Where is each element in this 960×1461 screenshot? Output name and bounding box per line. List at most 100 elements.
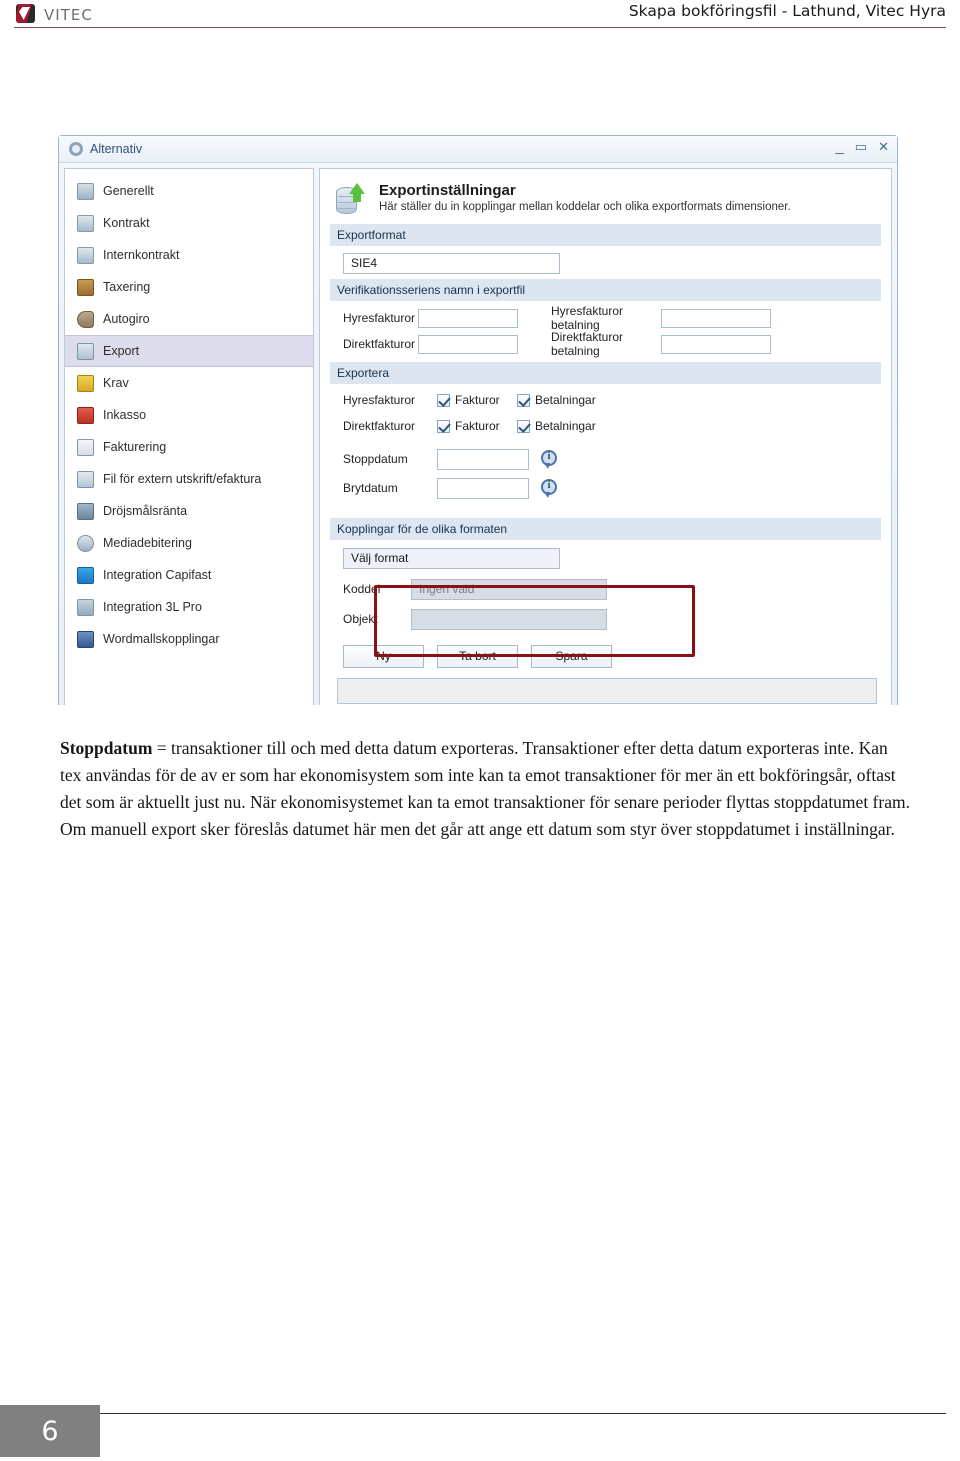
- section-header-exportformat: Exportformat: [330, 224, 881, 246]
- body-text: = transaktioner till och med detta datum…: [60, 738, 910, 839]
- sidebar-item-label: Fil för extern utskrift/efaktura: [103, 472, 262, 486]
- minimize-icon[interactable]: _: [835, 139, 843, 154]
- sidebar-item-label: Wordmallskopplingar: [103, 632, 220, 646]
- pane-header: Exportinställningar Här ställer du in ko…: [334, 182, 881, 216]
- sidebar-item-integration-3l-pro[interactable]: Integration 3L Pro: [65, 591, 313, 623]
- field-label: Direktfakturor betalning: [551, 330, 624, 358]
- sidebar-item-label: Inkasso: [103, 408, 147, 422]
- fakturering-icon: [77, 438, 94, 456]
- sidebar-item-export[interactable]: Export: [65, 335, 313, 367]
- sidebar-item-label: Autogiro: [103, 312, 150, 326]
- body-term: Stoppdatum: [60, 738, 153, 758]
- kontrakt-icon: [77, 214, 94, 232]
- sidebar-item-label: Internkontrakt: [103, 248, 180, 262]
- info-icon[interactable]: [541, 449, 558, 469]
- sidebar-item-label: Taxering: [103, 280, 151, 294]
- objekt-select[interactable]: [411, 608, 607, 630]
- objekt-label: Objekt: [343, 612, 378, 626]
- verifikation-row-1: Hyresfakturor Hyresfakturor betalning: [330, 304, 881, 332]
- footer-divider: [14, 1413, 946, 1414]
- format-select[interactable]: Välj format: [343, 548, 560, 569]
- info-icon[interactable]: [541, 478, 558, 498]
- sidebar-item-internkontrakt[interactable]: Internkontrakt: [65, 239, 313, 271]
- sidebar-item-label: Export: [103, 344, 140, 358]
- mediadebitering-icon: [77, 534, 94, 552]
- maximize-icon[interactable]: ▭: [855, 140, 867, 153]
- fil-extern-icon: [77, 470, 94, 488]
- sidebar-item-label: Integration Capifast: [103, 568, 212, 582]
- page-number: 6: [0, 1405, 100, 1457]
- kopplingar-grid[interactable]: [337, 678, 877, 704]
- ta-bort-button[interactable]: Ta bort: [437, 644, 518, 668]
- exportformat-select[interactable]: SIE4: [343, 253, 560, 274]
- generellt-icon: [77, 182, 94, 200]
- page: VITEC Skapa bokföringsfil - Lathund, Vit…: [0, 0, 960, 1461]
- sidebar-item-generellt[interactable]: Generellt: [65, 175, 313, 207]
- dialog-body: Generellt Kontrakt Internkontrakt Taxeri…: [59, 163, 897, 705]
- document-header: VITEC Skapa bokföringsfil - Lathund, Vit…: [0, 0, 960, 28]
- hyresfakturor-serie-input[interactable]: [418, 308, 518, 328]
- verifikation-row-2: Direktfakturor Direktfakturor betalning: [330, 330, 881, 358]
- page-title: Skapa bokföringsfil - Lathund, Vitec Hyr…: [628, 2, 946, 20]
- alternativ-dialog: Alternativ _ ▭ ✕ Generellt Kontrakt Inte…: [58, 135, 898, 705]
- ny-button[interactable]: Ny: [343, 644, 424, 668]
- internkontrakt-icon: [77, 246, 94, 264]
- sidebar-item-taxering[interactable]: Taxering: [65, 271, 313, 303]
- body-paragraph: Stoppdatum = transaktioner till och med …: [60, 735, 912, 843]
- kopplingar-buttons: Ny Ta bort Spara: [330, 643, 881, 669]
- row-label: Direktfakturor: [343, 419, 416, 433]
- export-icon: [77, 342, 94, 360]
- sidebar-item-integration-capifast[interactable]: Integration Capifast: [65, 559, 313, 591]
- exportera-row-direktfakturor: Direktfakturor Fakturor Betalningar: [330, 413, 881, 439]
- sidebar-item-drojsmalsranta[interactable]: Dröjsmålsränta: [65, 495, 313, 527]
- header-divider: [14, 27, 946, 28]
- 3lpro-icon: [77, 598, 94, 616]
- sidebar-item-wordmallskopplingar[interactable]: Wordmallskopplingar: [65, 623, 313, 655]
- field-label: Hyresfakturor: [343, 311, 416, 325]
- exportera-row-hyresfakturor: Hyresfakturor Fakturor Betalningar: [330, 387, 881, 413]
- checkbox-fakturor-hyres[interactable]: [437, 393, 450, 407]
- sidebar-item-inkasso[interactable]: Inkasso: [65, 399, 313, 431]
- brytdatum-select[interactable]: [437, 477, 529, 499]
- brytdatum-row: Brytdatum: [330, 475, 881, 501]
- window-controls: _ ▭ ✕: [835, 139, 889, 154]
- capifast-icon: [77, 566, 94, 584]
- sidebar-item-label: Fakturering: [103, 440, 167, 454]
- dialog-screenshot: Alternativ _ ▭ ✕ Generellt Kontrakt Inte…: [58, 135, 898, 705]
- sidebar-item-label: Mediadebitering: [103, 536, 192, 550]
- checkbox-fakturor-direkt[interactable]: [437, 419, 450, 433]
- drojsmalsranta-icon: [77, 502, 94, 520]
- pane-heading: Exportinställningar: [379, 182, 516, 199]
- checkbox-betalningar-hyres[interactable]: [517, 393, 530, 407]
- hyresfakturor-betalning-serie-input[interactable]: [661, 308, 771, 328]
- field-label: Direktfakturor: [343, 337, 416, 351]
- dialog-titlebar: Alternativ _ ▭ ✕: [59, 136, 897, 163]
- field-label: Hyresfakturor betalning: [551, 304, 624, 332]
- koddel-select[interactable]: Ingen vald: [411, 578, 607, 600]
- vitec-logo-text: VITEC: [44, 1, 93, 26]
- sidebar-item-krav[interactable]: Krav: [65, 367, 313, 399]
- sidebar-item-label: Dröjsmålsränta: [103, 504, 188, 518]
- checkbox-label: Betalningar: [535, 393, 596, 407]
- sidebar-item-label: Generellt: [103, 184, 154, 198]
- autogiro-icon: [77, 310, 94, 328]
- krav-icon: [77, 374, 94, 392]
- section-header-exportera: Exportera: [330, 362, 881, 384]
- checkbox-label: Fakturor: [455, 393, 500, 407]
- sidebar-item-fakturering[interactable]: Fakturering: [65, 431, 313, 463]
- close-icon[interactable]: ✕: [878, 140, 889, 153]
- sidebar-item-mediadebitering[interactable]: Mediadebitering: [65, 527, 313, 559]
- dialog-sidebar[interactable]: Generellt Kontrakt Internkontrakt Taxeri…: [64, 168, 314, 705]
- sidebar-item-kontrakt[interactable]: Kontrakt: [65, 207, 313, 239]
- spara-button[interactable]: Spara: [531, 644, 612, 668]
- sidebar-item-fil-extern-utskrift[interactable]: Fil för extern utskrift/efaktura: [65, 463, 313, 495]
- database-upload-icon: [334, 182, 368, 216]
- sidebar-item-autogiro[interactable]: Autogiro: [65, 303, 313, 335]
- direktfakturor-serie-input[interactable]: [418, 334, 518, 354]
- brytdatum-label: Brytdatum: [343, 481, 398, 495]
- stoppdatum-select[interactable]: [437, 448, 529, 470]
- checkbox-betalningar-direkt[interactable]: [517, 419, 530, 433]
- direktfakturor-betalning-serie-input[interactable]: [661, 334, 771, 354]
- sidebar-item-label: Kontrakt: [103, 216, 150, 230]
- koddel-row: Koddel Ingen vald: [330, 576, 881, 602]
